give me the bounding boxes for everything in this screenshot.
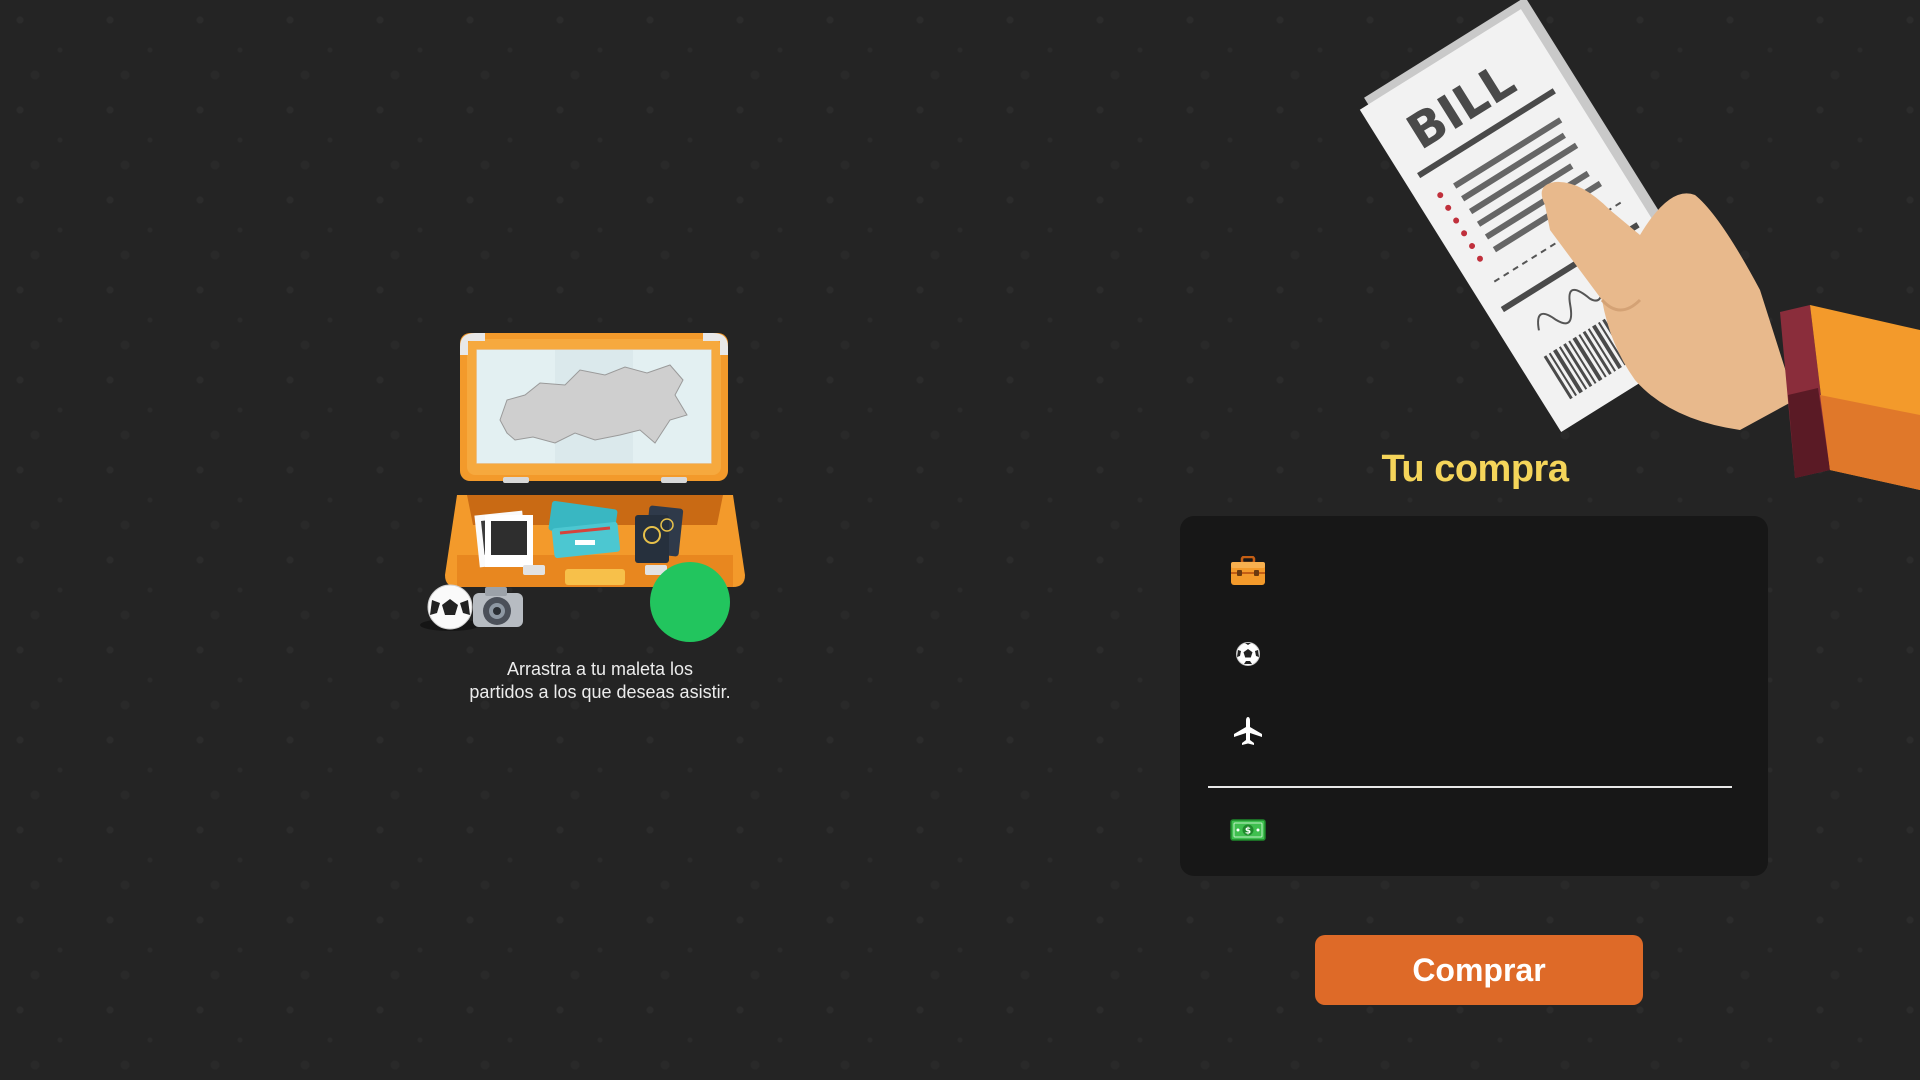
camera-icon xyxy=(473,587,523,627)
airplane-icon xyxy=(1230,713,1266,749)
purchase-title: Tu compra xyxy=(1381,448,1569,490)
soccer-ball-icon xyxy=(1230,636,1266,672)
buy-button[interactable]: Comprar xyxy=(1315,935,1643,1005)
money-icon: $ xyxy=(1230,812,1266,848)
instruction-line: partidos a los que deseas asistir. xyxy=(469,682,731,702)
summary-row-flights xyxy=(1230,711,1730,751)
purchase-summary-panel: $ xyxy=(1180,516,1768,876)
tickets-icon xyxy=(548,500,621,559)
drop-zone-indicator[interactable] xyxy=(650,562,730,642)
summary-divider xyxy=(1208,786,1732,788)
map-icon xyxy=(476,349,712,464)
suitcase-drop-area[interactable]: Arrastra a tu maleta los partidos a los … xyxy=(415,325,755,705)
drag-instruction: Arrastra a tu maleta los partidos a los … xyxy=(415,658,785,704)
svg-text:$: $ xyxy=(1245,827,1251,837)
hand-holding-bill-illustration: BILL xyxy=(1359,0,1920,490)
summary-row-matches xyxy=(1230,634,1730,674)
photos-icon xyxy=(474,510,533,568)
instruction-line: Arrastra a tu maleta los xyxy=(506,659,694,679)
suitcase-icon xyxy=(1230,553,1266,589)
summary-row-total: $ xyxy=(1230,810,1730,850)
summary-row-suitcase xyxy=(1230,551,1730,591)
soccer-ball-icon xyxy=(420,584,480,631)
